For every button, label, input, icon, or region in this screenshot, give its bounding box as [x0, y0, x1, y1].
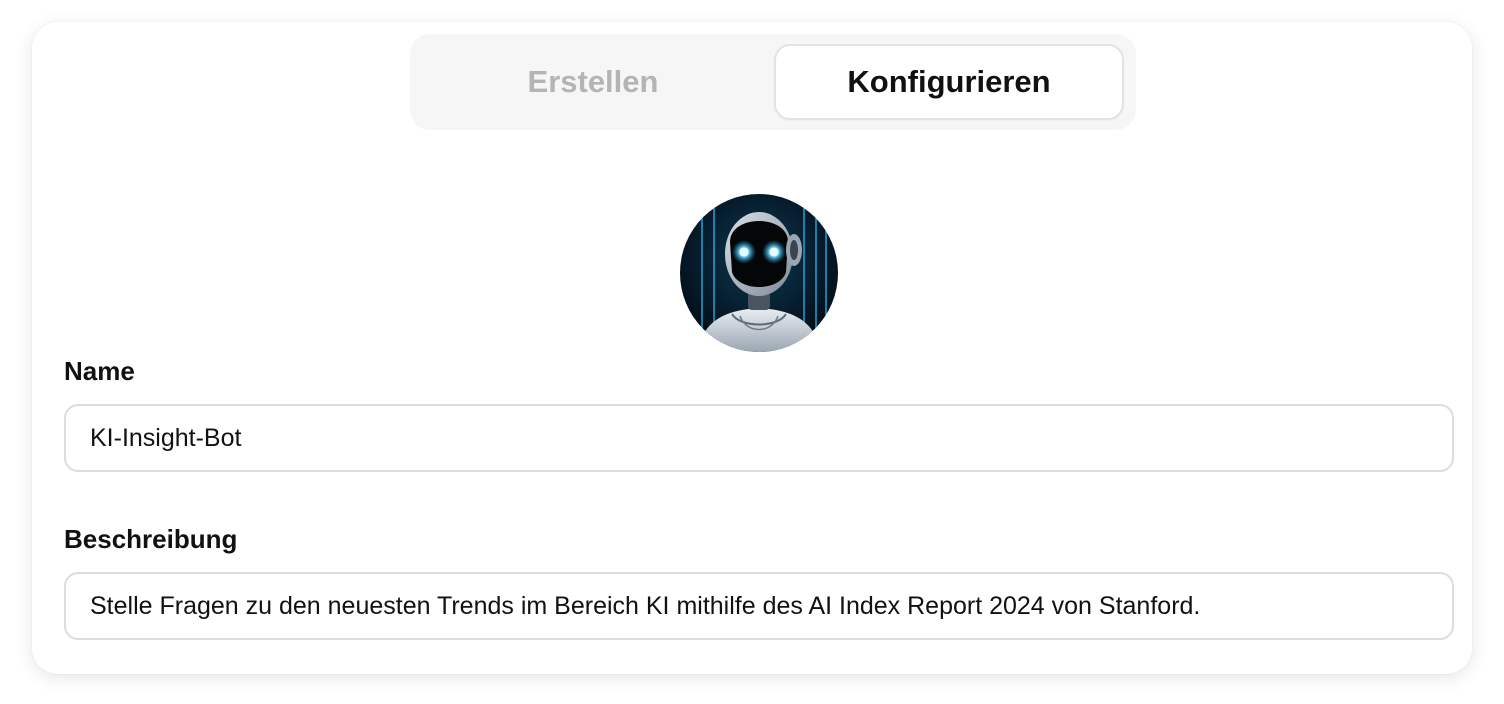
robot-avatar-icon — [680, 194, 838, 352]
name-label: Name — [64, 356, 135, 386]
description-label: Beschreibung — [64, 524, 238, 554]
description-input[interactable] — [64, 572, 1454, 640]
tab-configure[interactable]: Konfigurieren — [774, 44, 1124, 120]
mode-tab-switcher: Erstellen Konfigurieren — [410, 34, 1136, 130]
bot-avatar[interactable] — [680, 194, 838, 352]
tab-create[interactable]: Erstellen — [418, 44, 768, 120]
gpt-editor-card: Erstellen Konfigurieren Name KI-Insight-… — [32, 22, 1472, 674]
name-input[interactable] — [64, 404, 1454, 472]
